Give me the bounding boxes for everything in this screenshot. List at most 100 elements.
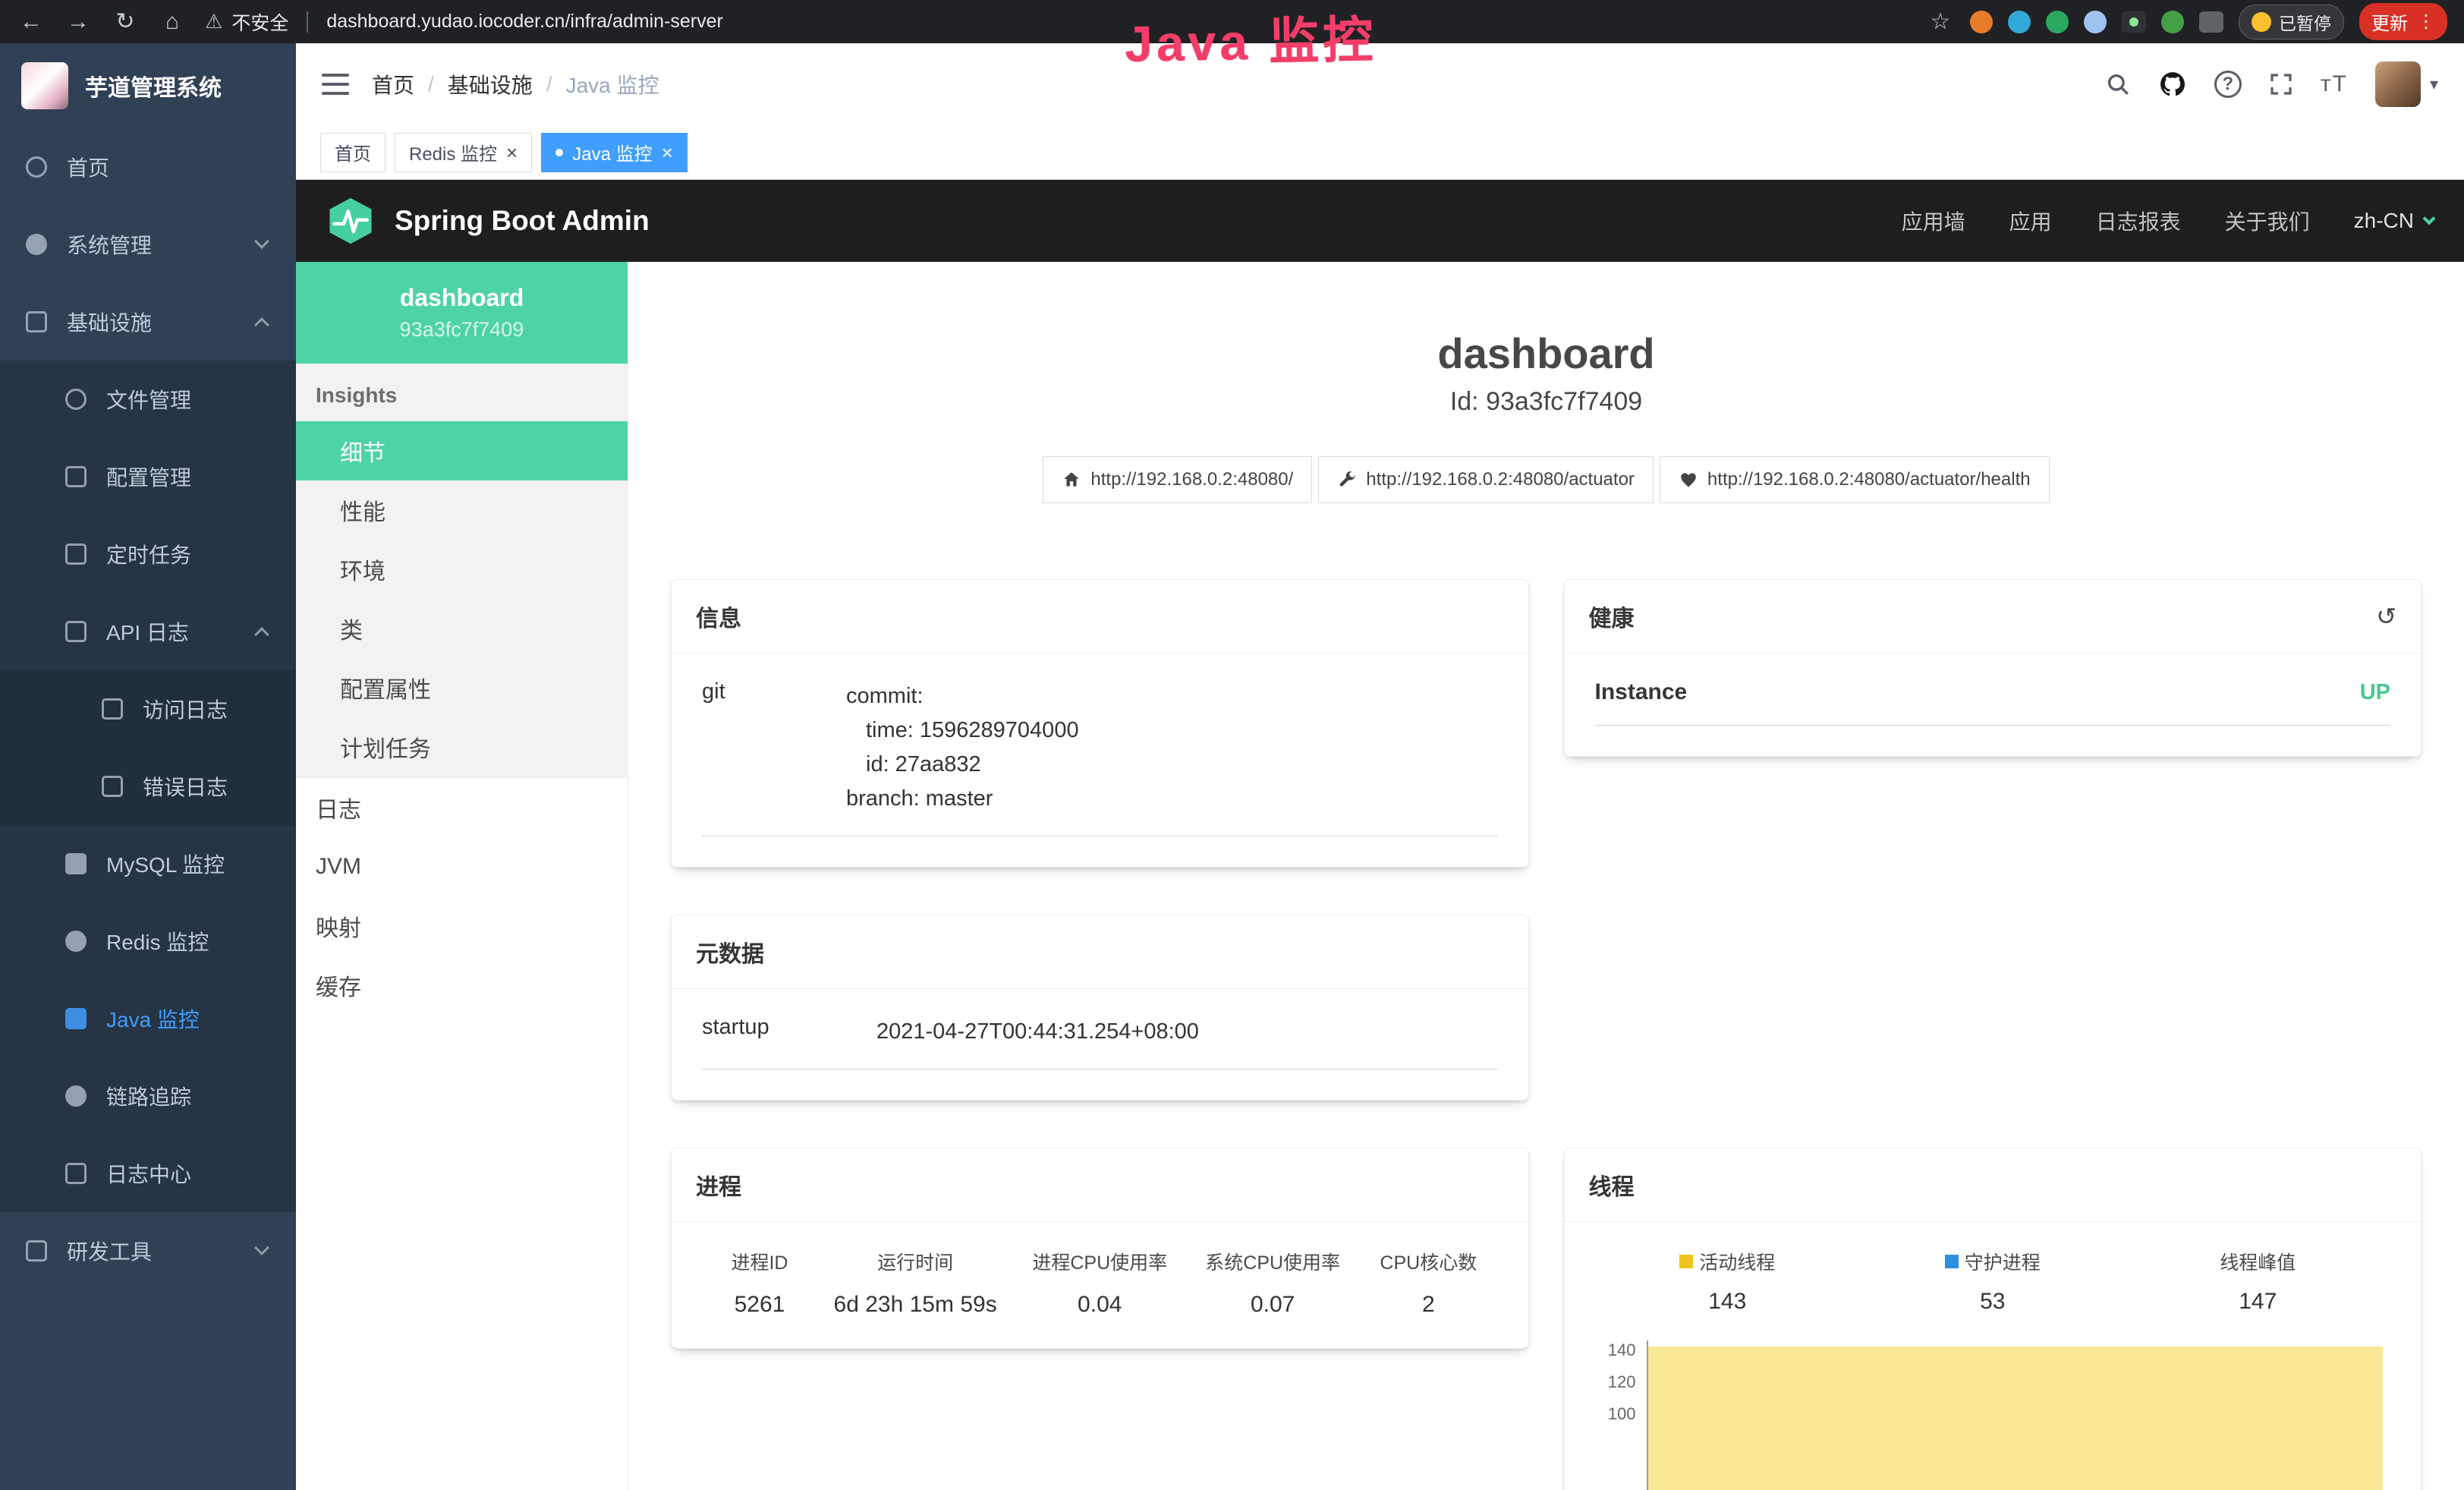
sidebar-item-config-management[interactable]: 配置管理 [0,438,296,515]
sidebar-item-api-logs[interactable]: API 日志 [0,593,296,670]
sba-nav-about[interactable]: 关于我们 [2225,206,2310,236]
sidebar-item-system-management[interactable]: 系统管理 [0,206,296,283]
extension-icon-5[interactable] [2122,11,2146,33]
card-body: 活动线程 守护进程 线程峰值 143 53 147 [1565,1222,2422,1490]
sba-language-select[interactable]: zh-CN [2354,209,2434,233]
sba-menu-caches[interactable]: 缓存 [296,956,628,1015]
github-icon[interactable] [2158,70,2187,99]
sba-menu-logs[interactable]: 日志 [296,778,628,837]
status-badge: UP [2360,680,2390,705]
sidebar-item-label: 配置管理 [106,461,191,492]
extension-icon-7[interactable] [2199,11,2223,33]
info-value: commit: time: 1596289704000 id: 27aa832 … [846,679,1079,816]
sidebar-item-dev-tools[interactable]: 研发工具 [0,1212,296,1290]
user-menu[interactable]: ▾ [2375,61,2438,107]
home-icon[interactable]: ⌂ [158,9,187,35]
actuator-url-link[interactable]: http://192.168.0.2:48080/actuator [1318,456,1654,503]
update-button[interactable]: 更新 ⋮ [2359,3,2447,40]
help-icon[interactable]: ? [2214,71,2242,98]
extension-icon-6[interactable] [2161,11,2184,33]
annotation-java-monitor: Java 监控 [1124,0,1377,77]
home-icon [1062,470,1081,490]
sidebar-item-java-monitor[interactable]: Java 监控 [0,980,296,1057]
hamburger-icon[interactable] [322,74,349,95]
chevron-down-icon [2423,213,2436,225]
card-title-text: 信息 [696,600,741,633]
sba-brand-title[interactable]: Spring Boot Admin [395,205,650,237]
refresh-icon[interactable]: ↻ [111,8,140,35]
menu-label: JVM [316,854,361,880]
column-header: 进程ID [702,1248,817,1275]
card-body: 进程ID 运行时间 进程CPU使用率 系统CPU使用率 CPU核心数 5261 … [672,1222,1528,1348]
tab-java-monitor[interactable]: Java 监控 × [541,133,688,172]
git-branch: branch: master [846,782,1079,816]
breadcrumb-home[interactable]: 首页 [372,69,414,99]
extension-icon-3[interactable] [2046,11,2069,33]
sba-nav-applications[interactable]: 应用 [2009,206,2052,236]
sidebar-item-error-logs[interactable]: 错误日志 [0,748,296,825]
breadcrumb-separator: / [546,72,552,96]
sidebar-item-scheduled-tasks[interactable]: 定时任务 [0,515,296,593]
menu-label: 映射 [316,909,361,943]
card-title-text: 线程 [1589,1168,1635,1202]
sba-menu-classes[interactable]: 类 [296,599,628,658]
metadata-value: 2021-04-27T00:44:31.254+08:00 [876,1015,1199,1049]
tab-home[interactable]: 首页 [320,133,385,172]
history-icon[interactable]: ↺ [2376,602,2396,631]
sidebar-item-file-management[interactable]: 文件管理 [0,361,296,438]
health-row-instance[interactable]: Instance UP [1595,679,2391,726]
sidebar-item-redis-monitor[interactable]: Redis 监控 [0,903,296,980]
sba-menu-scheduled-tasks[interactable]: 计划任务 [296,717,628,777]
sidebar-item-log-center[interactable]: 日志中心 [0,1135,296,1212]
fullscreen-icon[interactable] [2269,72,2293,96]
menu-label: 性能 [340,493,385,527]
sba-sidebar: dashboard 93a3fc7f7409 Insights 细节 性能 环境… [296,262,628,1490]
sba-nav-journal[interactable]: 日志报表 [2096,206,2181,236]
section-title: Insights [296,364,628,421]
card-body: Instance UP [1565,654,2422,756]
extension-icon-2[interactable] [2008,11,2031,33]
sba-menu-details[interactable]: 细节 [296,421,628,480]
card-title: 进程 [672,1148,1528,1222]
back-icon[interactable]: ← [17,9,46,35]
close-icon[interactable]: × [662,143,673,162]
tab-redis-monitor[interactable]: Redis 监控 × [395,133,532,172]
sba-menu-environment[interactable]: 环境 [296,540,628,599]
sidebar-item-access-logs[interactable]: 访问日志 [0,670,296,748]
address-bar[interactable]: ⚠ 不安全 dashboard.yudao.iocoder.cn/infra/a… [205,8,723,36]
sba-menu-jvm[interactable]: JVM [296,837,628,896]
close-icon[interactable]: × [506,143,518,162]
security-label[interactable]: 不安全 [231,8,288,36]
kebab-menu-icon[interactable]: ⋮ [2417,11,2435,33]
extension-icon-4[interactable] [2084,11,2107,33]
health-url-link[interactable]: http://192.168.0.2:48080/actuator/health [1660,456,2050,503]
forward-icon[interactable]: → [64,9,93,35]
log-center-icon [65,1163,87,1184]
sidebar-item-home[interactable]: 首页 [0,128,296,206]
dashboard-icon [26,156,47,178]
sba-menu-mappings[interactable]: 映射 [296,896,628,956]
instance-header[interactable]: dashboard 93a3fc7f7409 [296,262,628,364]
sba-menu-metrics[interactable]: 性能 [296,480,628,540]
menu-label: 类 [340,612,363,645]
sidebar-item-link-tracing[interactable]: 链路追踪 [0,1057,296,1135]
health-card: 健康 ↺ Instance UP [1564,579,2422,757]
sidebar-item-infrastructure[interactable]: 基础设施 [0,283,296,361]
live-threads-area-series [1648,1347,2384,1490]
search-icon[interactable] [2105,71,2131,97]
paused-badge[interactable]: 已暂停 [2239,5,2344,39]
avatar[interactable] [2375,61,2421,107]
sba-menu-config-props[interactable]: 配置属性 [296,658,628,717]
cards-grid: 信息 git commit: time: 1596289704000 id: 2… [671,579,2422,1490]
bookmark-star-icon[interactable]: ☆ [1926,8,1955,35]
sba-nav-wallboard[interactable]: 应用墙 [1902,206,1965,236]
font-size-icon[interactable]: тT [2321,71,2348,97]
sidebar-item-mysql-monitor[interactable]: MySQL 监控 [0,825,296,903]
app-logo[interactable]: 芋道管理系统 [0,43,296,128]
extension-icon-1[interactable] [1970,11,1993,33]
service-url-link[interactable]: http://192.168.0.2:48080/ [1043,456,1312,503]
wrench-icon [1337,470,1357,490]
breadcrumb-infrastructure[interactable]: 基础设施 [448,69,533,99]
link-label: http://192.168.0.2:48080/actuator [1366,469,1635,490]
url-text[interactable]: dashboard.yudao.iocoder.cn/infra/admin-s… [326,11,723,33]
